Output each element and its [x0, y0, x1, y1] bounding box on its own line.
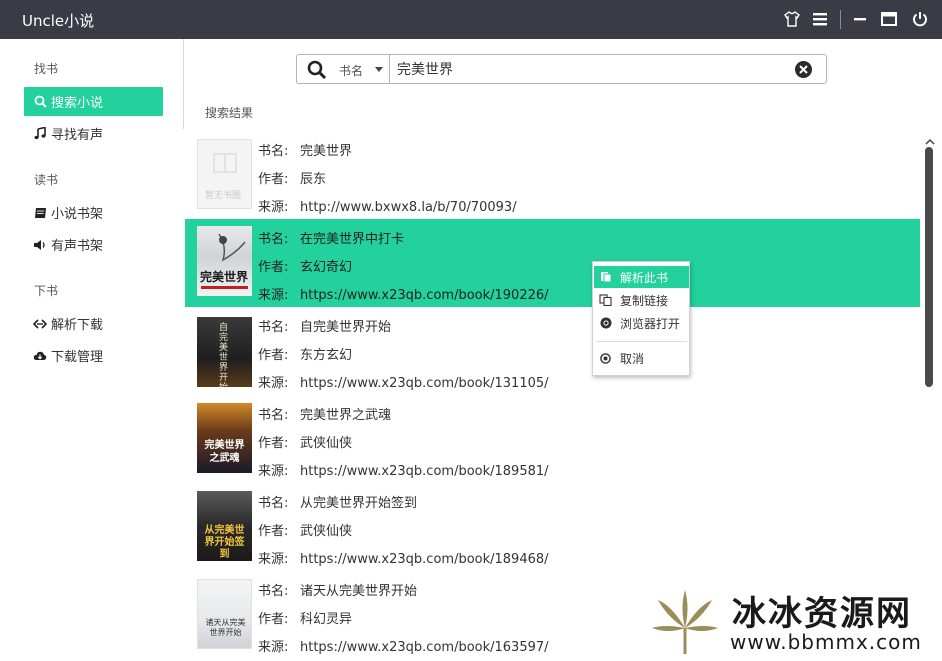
search-type-select[interactable]: 书名	[339, 62, 363, 79]
book-source: 来源: https://www.x23qb.com/book/189468/	[258, 552, 549, 567]
book-source: 来源: https://www.x23qb.com/book/189581/	[258, 464, 549, 479]
book-author: 作者: 武侠仙侠	[258, 524, 353, 539]
sidebar-item-find-audio[interactable]: 寻找有声	[24, 119, 163, 148]
context-item-parse[interactable]: 解析此书	[594, 266, 689, 288]
section-title-read: 读书	[34, 173, 59, 187]
chevron-down-icon[interactable]	[375, 67, 383, 72]
results-label: 搜索结果	[205, 106, 254, 120]
clear-icon[interactable]	[795, 61, 812, 78]
shirt-icon[interactable]	[782, 9, 802, 29]
sidebar-item-parse-download[interactable]: 解析下载	[24, 309, 163, 338]
result-row[interactable]: 完美世界之武魂 书名: 完美世界之武魂 作者: 武侠仙侠 来源: https://ww…	[185, 397, 920, 485]
book-author: 作者: 武侠仙侠	[258, 436, 353, 451]
chrome-icon	[599, 317, 612, 330]
link-icon	[33, 317, 47, 331]
menu-icon[interactable]	[810, 9, 830, 29]
book-name: 书名: 完美世界之武魂	[258, 408, 392, 423]
result-row[interactable]: 暂无书图 书名: 完美世界 作者: 辰东 来源: http://www.bxwx8.l…	[185, 133, 920, 221]
search-divider	[389, 55, 390, 83]
book-cover: 诸天从完美世界开始	[197, 579, 252, 649]
context-menu: 解析此书 复制链接 浏览器打开 取消	[592, 261, 690, 376]
book-author: 作者: 科幻灵异	[258, 612, 353, 627]
watermark: 冰冰资源网 www.bbmmx.com	[650, 588, 940, 658]
titlebar-divider	[840, 10, 841, 29]
context-menu-divider	[596, 341, 687, 342]
sidebar-item-audio-shelf[interactable]: 有声书架	[24, 230, 163, 259]
context-item-cancel[interactable]: 取消	[594, 347, 689, 369]
context-item-open-browser[interactable]: 浏览器打开	[594, 312, 689, 334]
book-source: 来源: https://www.x23qb.com/book/131105/	[258, 376, 549, 391]
cover-text: 从完美世界开始签到	[204, 525, 245, 560]
watermark-url: www.bbmmx.com	[730, 630, 922, 654]
book-cover: 完美世界之武魂	[197, 403, 252, 473]
music-note-icon	[33, 127, 47, 141]
power-icon[interactable]	[910, 9, 930, 29]
sidebar-item-download-manager[interactable]: 下载管理	[24, 341, 163, 370]
section-title-download: 下书	[34, 284, 59, 298]
book-cover: 从完美世界开始签到	[197, 491, 252, 561]
book-name: 书名: 在完美世界中打卡	[258, 232, 405, 247]
cover-text: 诸天从完美世界开始	[205, 618, 246, 637]
minimize-icon[interactable]	[850, 9, 870, 29]
book-author: 作者: 东方玄幻	[258, 348, 353, 363]
book-cover: 自完美世界开始	[197, 317, 252, 387]
section-title-find: 找书	[34, 62, 59, 76]
sidebar-item-label: 小说书架	[51, 207, 104, 222]
cancel-icon	[599, 352, 612, 365]
cover-text: 完美世界	[200, 270, 249, 284]
context-item-copy-link[interactable]: 复制链接	[594, 289, 689, 311]
scrollbar-thumb[interactable]	[925, 147, 933, 387]
sidebar-item-search-novel[interactable]: 搜索小说	[24, 87, 163, 116]
book-author: 作者: 辰东	[258, 172, 327, 187]
book-source: 来源: https://www.x23qb.com/book/163597/	[258, 640, 549, 655]
cloud-download-icon	[33, 349, 47, 363]
book-author: 作者: 玄幻奇幻	[258, 260, 353, 275]
title-bar: Uncle小说	[0, 0, 942, 39]
sidebar-item-label: 解析下载	[51, 318, 104, 333]
search-bar: 书名	[296, 54, 827, 84]
sidebar-item-label: 有声书架	[51, 239, 104, 254]
result-row[interactable]: 自完美世界开始 书名:自完美世界开始 作者:东方玄幻 来源:https://ww…	[185, 309, 920, 397]
sidebar-item-label: 寻找有声	[51, 128, 104, 143]
parse-icon	[599, 271, 612, 284]
speaker-icon	[33, 238, 47, 252]
scroll-up-icon[interactable]	[925, 131, 935, 145]
sidebar-item-label: 下载管理	[51, 350, 104, 365]
sidebar-item-novel-shelf[interactable]: 小说书架	[24, 198, 163, 227]
book-name: 书名: 诸天从完美世界开始	[258, 584, 418, 599]
sidebar-item-label: 搜索小说	[51, 96, 104, 111]
leaf-logo-icon	[652, 590, 718, 654]
book-name: 书名: 从完美世界开始签到	[258, 496, 418, 511]
copy-icon	[599, 294, 612, 307]
maximize-icon[interactable]	[879, 9, 899, 29]
book-cover-placeholder: 暂无书图	[197, 139, 252, 209]
result-row[interactable]: 从完美世界开始签到 书名: 从完美世界开始签到 作者: 武侠仙侠 来源: https:…	[185, 485, 920, 573]
book-name: 书名: 完美世界	[258, 144, 353, 159]
result-row-selected[interactable]: 完美世界 书名: 在完美世界中打卡 作者: 玄幻奇幻 来源: https://www.…	[185, 219, 920, 307]
book-name: 书名: 自完美世界开始	[258, 320, 392, 335]
cover-text: 暂无书图	[205, 191, 242, 201]
book-icon	[33, 206, 47, 220]
watermark-text: 冰冰资源网	[732, 594, 912, 634]
cover-text: 自完美世界开始	[219, 323, 229, 387]
app-window: Uncle小说 找书 搜索小说 寻找有声 读书 小说书架 有声书架 下书 解析下…	[0, 0, 942, 661]
book-source: 来源: http://www.bxwx8.la/b/70/70093/	[258, 200, 517, 215]
book-cover: 完美世界	[197, 226, 252, 296]
sidebar-divider	[183, 39, 184, 129]
search-input[interactable]	[397, 60, 777, 78]
book-source: 来源: https://www.x23qb.com/book/190226/	[258, 288, 549, 303]
app-title: Uncle小说	[22, 12, 95, 30]
cover-text: 完美世界之武魂	[204, 440, 245, 464]
search-icon[interactable]	[307, 60, 327, 80]
search-icon	[33, 95, 47, 109]
